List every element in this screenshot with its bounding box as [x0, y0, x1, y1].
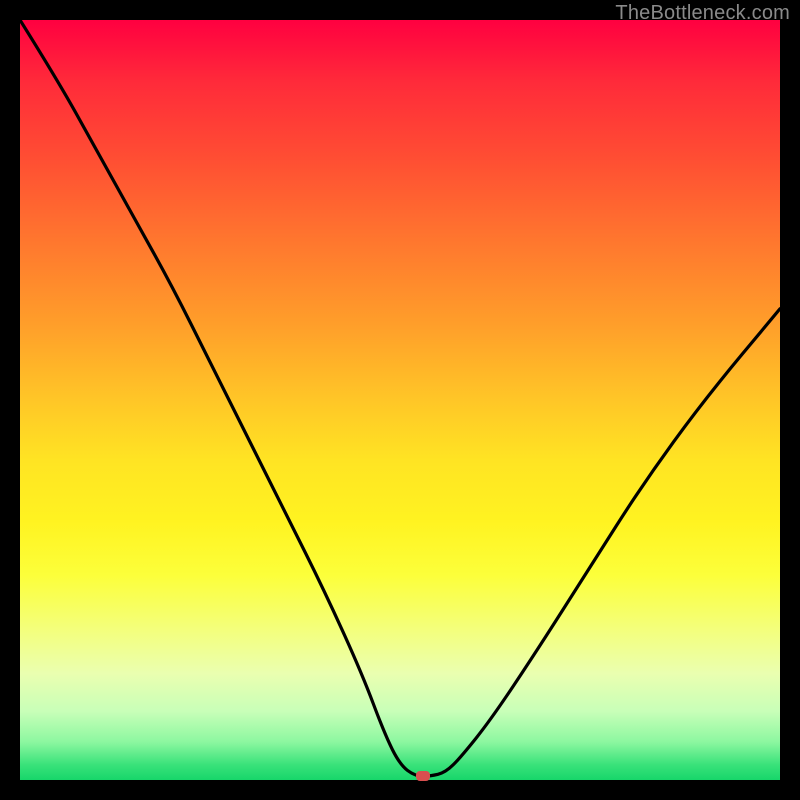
bottleneck-curve-path	[20, 20, 780, 776]
result-marker	[416, 771, 430, 781]
curve-svg	[20, 20, 780, 780]
watermark-text: TheBottleneck.com	[615, 2, 790, 25]
plot-area	[20, 20, 780, 780]
bottleneck-chart: TheBottleneck.com	[0, 0, 800, 800]
